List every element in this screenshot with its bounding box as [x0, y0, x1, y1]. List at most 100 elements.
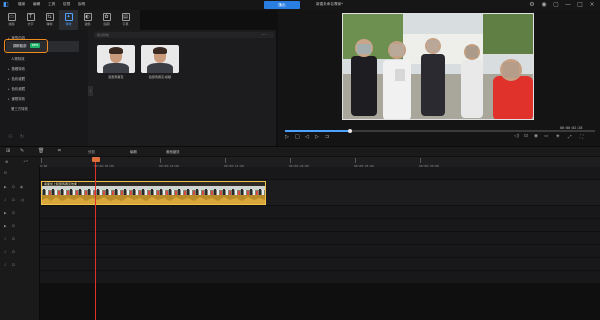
track-audio-1[interactable] — [40, 206, 600, 219]
screenshot-icon[interactable]: ⊡ — [524, 134, 528, 139]
record-icon[interactable]: ◉ — [534, 134, 538, 139]
project-title: 新建未命名專案* — [316, 2, 343, 6]
fullscreen-icon[interactable]: ▢ — [552, 1, 560, 9]
track-headers — [0, 167, 40, 320]
category-color-filter-1[interactable]: ▸ 色彩濾鏡 — [8, 76, 25, 81]
track-lock-icon[interactable]: ⊡ — [12, 237, 15, 241]
category-third-party[interactable]: 第三方特效 — [11, 106, 28, 111]
effect-thumbnail-face-mosaic-blur[interactable] — [141, 45, 179, 73]
track-mute-icon[interactable]: ◁) — [20, 198, 24, 202]
effect-label: 臉部馬賽克-模糊 — [148, 75, 172, 79]
effect-label: 臉部馬賽克 — [108, 75, 124, 79]
refresh-icon[interactable]: ↻ — [20, 134, 24, 140]
category-face-adjust[interactable]: 調節臉部 — [13, 43, 27, 48]
ruler-tick — [420, 158, 421, 163]
select-tool-icon[interactable]: ⊞ — [6, 148, 10, 154]
track-audio-icon[interactable]: ♪ — [4, 198, 6, 202]
track-lock-icon[interactable]: ⊡ — [12, 224, 15, 228]
edit-button[interactable]: 編輯 — [130, 149, 137, 154]
category-basic-effects[interactable]: ▸ 基礎特效 — [8, 66, 25, 71]
previous-frame-icon[interactable]: ◁ — [305, 134, 309, 140]
preview-video-frame[interactable] — [342, 13, 534, 120]
timeline-playhead[interactable] — [95, 157, 96, 320]
track-lock-icon[interactable]: ⊟ — [4, 171, 7, 175]
track-empty[interactable] — [40, 271, 600, 284]
track-audio-3[interactable] — [40, 232, 600, 245]
playhead-marker[interactable] — [91, 157, 100, 162]
filter-icon: ◐ — [83, 13, 92, 21]
zoom-fit-icon[interactable]: +▭ — [23, 159, 28, 163]
crop-icon[interactable]: ⌗ — [58, 148, 61, 154]
tab-sticker[interactable]: ✿ 貼圖 — [97, 10, 116, 30]
loop-icon[interactable]: ⊐ — [325, 134, 329, 140]
chevron-right-icon: ▸ — [8, 77, 10, 81]
next-frame-icon[interactable]: ▷ — [315, 134, 319, 140]
track-video-icon[interactable]: ▶ — [4, 224, 7, 228]
track-lock-icon[interactable]: ⊡ — [12, 198, 15, 202]
track-overlay[interactable] — [40, 167, 600, 180]
track-lock-icon[interactable]: ⊡ — [12, 250, 15, 254]
track-audio-icon[interactable]: ♪ — [4, 250, 6, 254]
track-audio-2[interactable] — [40, 219, 600, 232]
close-icon[interactable]: × — [588, 1, 596, 9]
tab-effects[interactable]: ✦ 特效 — [59, 10, 78, 30]
more-options-icon[interactable]: ··· — [262, 32, 266, 37]
track-video-icon[interactable]: ▶ — [4, 185, 7, 189]
new-badge: NEW — [30, 43, 40, 48]
track-audio-4[interactable] — [40, 245, 600, 258]
track-lock-icon[interactable]: ⊡ — [12, 185, 15, 189]
transition-icon: ⇆ — [45, 13, 54, 21]
track-audio-icon[interactable]: ♪ — [4, 237, 6, 241]
tab-text[interactable]: T 文字 — [21, 10, 40, 30]
timeline-ruler[interactable] — [40, 157, 600, 167]
preview-timecode: 00:00:02:28 — [560, 126, 583, 130]
track-audio-5[interactable] — [40, 258, 600, 271]
search-placeholder: 搜尋特效 — [97, 33, 110, 37]
effects-icon: ✦ — [64, 13, 73, 21]
track-audio-icon[interactable]: ♪ — [4, 263, 6, 267]
track-video-icon[interactable]: ▶ — [4, 211, 7, 215]
menu-view[interactable]: 檢視 — [63, 2, 70, 7]
tab-filter[interactable]: ◐ 濾鏡 — [78, 10, 97, 30]
effect-thumbnail-face-mosaic[interactable] — [97, 45, 135, 73]
avatar-hair — [153, 47, 167, 54]
expand-icon[interactable]: ⤢ — [568, 134, 572, 140]
waveform-shape — [42, 197, 265, 204]
tab-media[interactable]: ▭ 媒體 — [2, 10, 21, 30]
track-lock-icon[interactable]: ⊡ — [12, 211, 15, 215]
split-button[interactable]: 分割 — [88, 149, 95, 154]
clip-audio-waveform — [42, 195, 265, 204]
tab-subtitle[interactable]: ▤ 字幕 — [116, 10, 135, 30]
menu-tools[interactable]: 工具 — [48, 2, 55, 7]
plugin-icon[interactable]: ⚇ — [8, 134, 12, 140]
search-input[interactable] — [94, 32, 274, 38]
maximize-icon[interactable]: □ — [576, 1, 584, 9]
delete-icon[interactable]: 🗑︎ — [38, 148, 44, 154]
ruler-tick — [355, 158, 356, 163]
pen-tool-icon[interactable]: ✎ — [20, 148, 24, 154]
track-lock-icon[interactable]: ⊡ — [12, 263, 15, 267]
menu-file[interactable]: 檔案 — [18, 2, 25, 7]
menu-edit[interactable]: 編輯 — [33, 2, 40, 7]
ruler-tick — [225, 158, 226, 163]
account-icon[interactable]: ◉ — [540, 1, 548, 9]
category-people-effects[interactable]: 人物特效 — [11, 56, 25, 61]
settings-icon[interactable]: ⚙ — [528, 1, 536, 9]
quality-icon[interactable]: ◈ — [556, 134, 560, 139]
minimize-icon[interactable]: — — [564, 1, 572, 9]
track-eye-icon[interactable]: ◉ — [20, 185, 23, 189]
volume-icon[interactable]: ◁) — [514, 134, 519, 139]
category-color-filter-2[interactable]: ▸ 色彩濾鏡 — [8, 86, 25, 91]
avatar-hair — [109, 47, 123, 54]
stop-icon[interactable]: □ — [295, 134, 300, 140]
category-frame-effects[interactable]: ▸ 畫框特效 — [8, 96, 25, 101]
fullscreen-preview-icon[interactable]: ⛶ — [580, 134, 583, 140]
aspect-ratio-icon[interactable]: ▭ — [544, 134, 548, 139]
play-icon[interactable]: ▷ — [285, 134, 289, 140]
menu-help[interactable]: 說明 — [78, 2, 85, 7]
collapse-panel-handle[interactable]: ‹ — [88, 86, 93, 96]
export-button[interactable]: 匯出 — [264, 1, 300, 9]
add-track-icon[interactable]: ⊕ — [5, 159, 8, 164]
tab-transition[interactable]: ⇆ 轉場 — [40, 10, 59, 30]
zoom-button[interactable]: 畫面縮放 — [166, 149, 180, 154]
